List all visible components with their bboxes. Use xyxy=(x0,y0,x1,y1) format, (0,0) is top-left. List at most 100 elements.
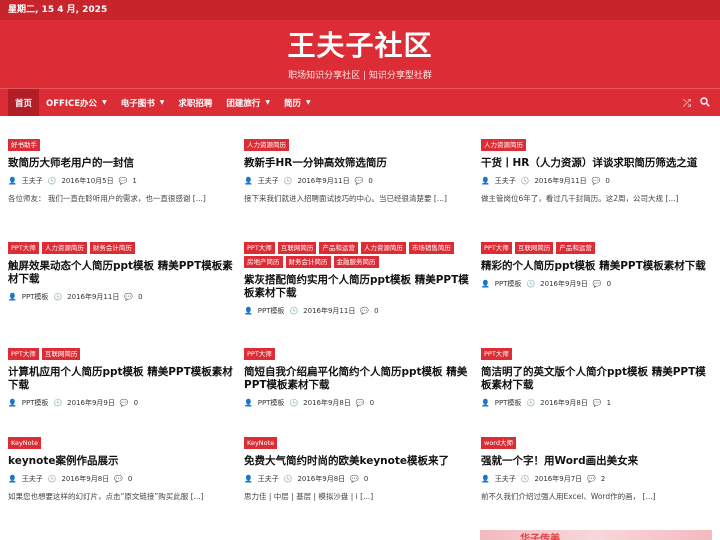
post-date[interactable]: 2016年9月7日 xyxy=(534,474,582,484)
comment-count[interactable]: 0 xyxy=(364,475,368,483)
post-author[interactable]: 王夫子 xyxy=(258,176,279,186)
nav-label: 求职招聘 xyxy=(178,98,213,109)
category-tag[interactable]: PPT大师 xyxy=(8,242,39,254)
comment-icon: 💬 xyxy=(119,399,129,407)
category-tag[interactable]: 房地产简历 xyxy=(244,256,283,268)
nav-label: OFFICE办公 xyxy=(46,98,98,109)
comment-count[interactable]: 0 xyxy=(607,280,611,288)
category-tag[interactable]: 产品和运营 xyxy=(556,242,595,254)
category-tag[interactable]: PPT大师 xyxy=(244,348,275,360)
comment-count[interactable]: 1 xyxy=(607,399,611,407)
post-title[interactable]: 触屏效果动态个人简历ppt模板 精美PPT模板素材下载 xyxy=(8,260,236,286)
nav-item-jobs[interactable]: 求职招聘 xyxy=(171,89,219,116)
nav-item-ebooks[interactable]: 电子图书 ▼ xyxy=(114,89,172,116)
comment-count[interactable]: 0 xyxy=(374,307,378,315)
category-tag[interactable]: PPT大师 xyxy=(244,242,275,254)
post-author[interactable]: 王夫子 xyxy=(495,176,516,186)
comment-count[interactable]: 1 xyxy=(132,177,136,185)
post-title[interactable]: 免费大气简约时尚的欧美keynote模板来了 xyxy=(244,455,472,468)
user-icon: 👤 xyxy=(244,399,253,407)
post-title[interactable]: 强就一个字！用Word画出美女来 xyxy=(481,455,709,468)
post-title[interactable]: 简洁明了的英文版个人简介ppt模板 精美PPT模板素材下载 xyxy=(481,366,709,392)
post-author[interactable]: PPT模板 xyxy=(258,306,285,316)
post-author[interactable]: 王夫子 xyxy=(22,474,43,484)
comment-count[interactable]: 0 xyxy=(605,177,609,185)
category-tag[interactable]: 市场销售简历 xyxy=(408,242,454,254)
post-title[interactable]: 计算机应用个人简历ppt模板 精美PPT模板素材下载 xyxy=(8,366,236,392)
post-author[interactable]: 王夫子 xyxy=(22,176,43,186)
category-tag[interactable]: 财务会计简历 xyxy=(89,242,135,254)
comment-icon: 💬 xyxy=(360,307,370,315)
post-title[interactable]: 紫灰搭配简约实用个人简历ppt模板 精美PPT模板素材下载 xyxy=(244,274,472,300)
post-author[interactable]: 王夫子 xyxy=(495,474,516,484)
comment-count[interactable]: 2 xyxy=(601,475,605,483)
post-card: PPT大师 互联网简历 产品和运营 精彩的个人简历ppt模板 精美PPT模板素材下载 👤… xyxy=(481,242,709,289)
category-tag[interactable]: 产品和运营 xyxy=(319,242,358,254)
category-tag[interactable]: PPT大师 xyxy=(8,348,39,360)
comment-count[interactable]: 0 xyxy=(138,293,142,301)
post-thumbnail[interactable]: 华子传美 xyxy=(480,530,712,540)
category-tag[interactable]: 互联网简历 xyxy=(514,242,554,254)
post-date[interactable]: 2016年10月5日 xyxy=(61,176,113,186)
category-tag[interactable]: KeyNote xyxy=(8,437,42,449)
site-title[interactable]: 王夫子社区 xyxy=(0,20,720,64)
post-title[interactable]: 简短自我介绍扁平化简约个人简历ppt模板 精美PPT模板素材下载 xyxy=(244,366,472,392)
category-tag[interactable]: PPT大师 xyxy=(481,242,512,254)
post-date[interactable]: 2016年9月9日 xyxy=(540,279,588,289)
post-author[interactable]: PPT模板 xyxy=(495,279,522,289)
nav-item-office[interactable]: OFFICE办公 ▼ xyxy=(39,89,114,116)
category-tag[interactable]: 人力资源简历 xyxy=(244,139,289,151)
comment-count[interactable]: 0 xyxy=(128,475,132,483)
post-excerpt: 做主管岗位6年了，看过几千封简历。这2周，公司大规 [...] xyxy=(481,194,679,203)
category-tag[interactable]: PPT大师 xyxy=(481,348,512,360)
post-title[interactable]: 精彩的个人简历ppt模板 精美PPT模板素材下载 xyxy=(481,260,709,273)
post-author[interactable]: PPT模板 xyxy=(495,398,522,408)
post-meta: 👤 PPT模板 🕓 2016年9月11日 💬 0 xyxy=(8,292,236,302)
post-title[interactable]: keynote案例作品展示 xyxy=(8,455,236,468)
post-author[interactable]: PPT模板 xyxy=(22,292,49,302)
comment-count[interactable]: 0 xyxy=(368,177,372,185)
category-tag[interactable]: 互联网简历 xyxy=(277,242,317,254)
clock-icon: 🕓 xyxy=(289,399,299,407)
post-date[interactable]: 2016年9月8日 xyxy=(297,474,345,484)
topbar-date: 星期二, 15 4 月, 2025 xyxy=(0,0,720,20)
post-date[interactable]: 2016年9月11日 xyxy=(303,306,355,316)
post-author[interactable]: 王夫子 xyxy=(258,474,279,484)
shuffle-icon[interactable]: ⤮ xyxy=(683,98,691,109)
comment-count[interactable]: 0 xyxy=(370,399,374,407)
post-title[interactable]: 致简历大师老用户的一封信 xyxy=(8,157,236,170)
post-date[interactable]: 2016年9月11日 xyxy=(534,176,586,186)
clock-icon: 🕓 xyxy=(520,177,530,185)
category-tag[interactable]: 人力资源简历 xyxy=(360,242,406,254)
search-icon[interactable] xyxy=(700,96,710,110)
category-tag[interactable]: 人力资源简历 xyxy=(481,139,526,151)
post-meta: 👤 王夫子 🕓 2016年9月8日 💬 0 xyxy=(8,474,236,484)
category-tag[interactable]: 好书助手 xyxy=(8,139,40,151)
post-author[interactable]: PPT模板 xyxy=(258,398,285,408)
user-icon: 👤 xyxy=(8,475,17,483)
post-grid: 华子传美 好书助手 致简历大师老用户的一封信 👤 王夫子 🕓 2016年10月5日 💬 1 各位… xyxy=(0,116,720,540)
post-title[interactable]: 教新手HR一分钟高效筛选简历 xyxy=(244,157,472,170)
post-date[interactable]: 2016年9月8日 xyxy=(61,474,109,484)
nav-item-home[interactable]: 首页 xyxy=(8,89,40,116)
post-categories: KeyNote xyxy=(8,437,236,449)
post-date[interactable]: 2016年9月8日 xyxy=(540,398,588,408)
post-date[interactable]: 2016年9月8日 xyxy=(303,398,351,408)
category-tag[interactable]: KeyNote xyxy=(244,437,278,449)
category-tag[interactable]: word大师 xyxy=(481,437,516,449)
category-tag[interactable]: 金融服务简历 xyxy=(333,256,379,268)
post-date[interactable]: 2016年9月9日 xyxy=(67,398,115,408)
category-tag[interactable]: 财务会计简历 xyxy=(285,256,331,268)
comment-icon: 💬 xyxy=(592,280,602,288)
user-icon: 👤 xyxy=(481,177,490,185)
category-tag[interactable]: 互联网简历 xyxy=(41,348,81,360)
post-card: KeyNote 免费大气简约时尚的欧美keynote模板来了 👤 王夫子 🕓 2016年9… xyxy=(244,437,472,502)
post-date[interactable]: 2016年9月11日 xyxy=(67,292,119,302)
post-date[interactable]: 2016年9月11日 xyxy=(297,176,349,186)
post-title[interactable]: 干货丨HR（人力资源）详谈求职简历筛选之道 xyxy=(481,157,709,170)
category-tag[interactable]: 人力资源简历 xyxy=(41,242,87,254)
comment-count[interactable]: 0 xyxy=(134,399,138,407)
post-author[interactable]: PPT模板 xyxy=(22,398,49,408)
nav-item-resume[interactable]: 简历 ▼ xyxy=(277,89,318,116)
nav-item-teambuilding[interactable]: 团建旅行 ▼ xyxy=(219,89,277,116)
